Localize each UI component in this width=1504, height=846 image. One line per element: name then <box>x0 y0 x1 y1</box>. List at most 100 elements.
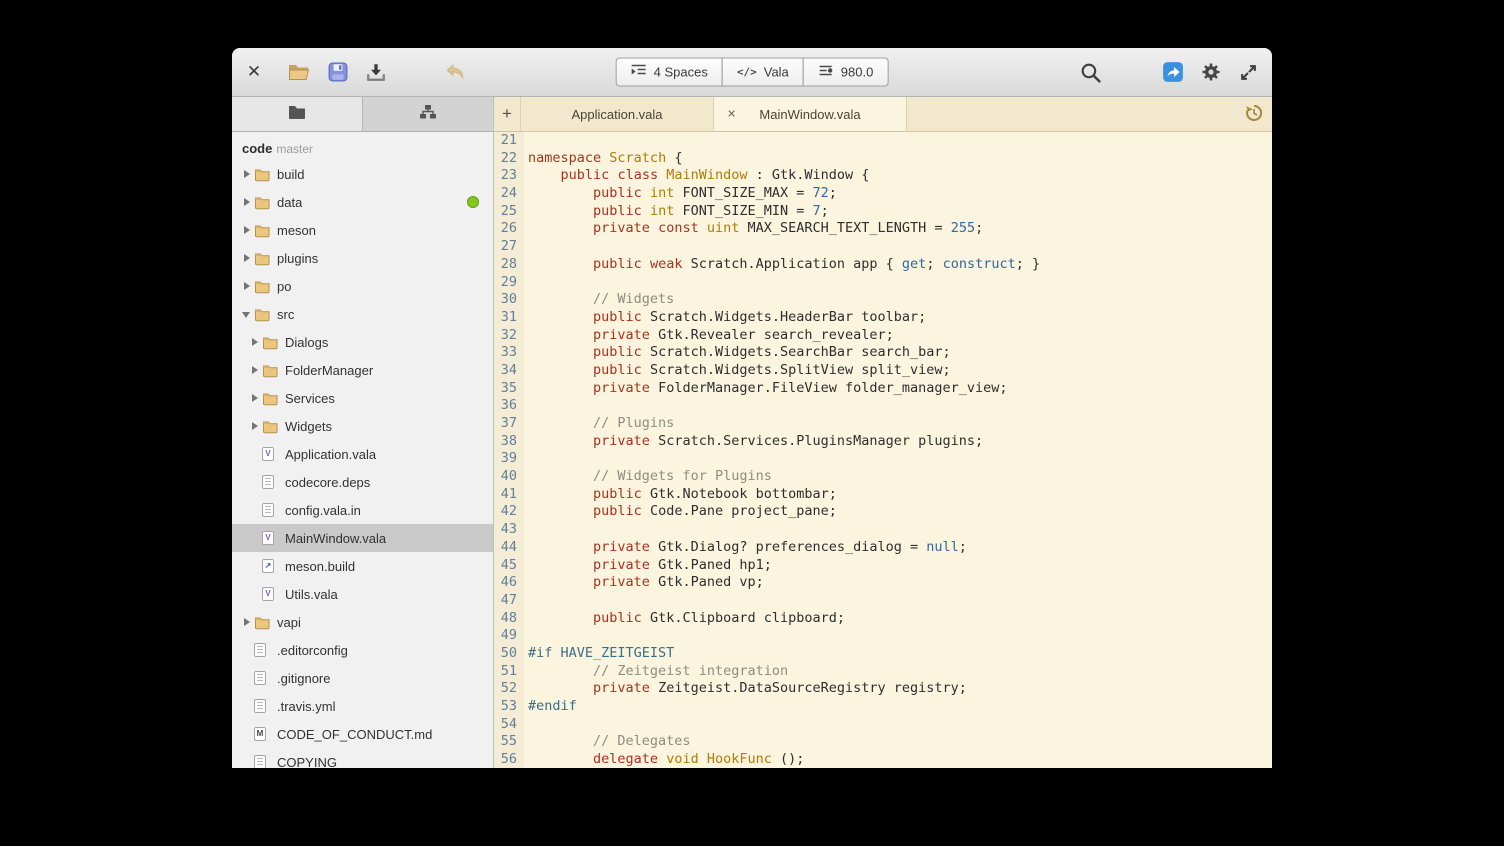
open-folder-icon[interactable] <box>288 63 310 81</box>
expander-icon[interactable] <box>248 363 262 377</box>
settings-gear-icon[interactable] <box>1200 61 1222 83</box>
file-label: Widgets <box>285 419 332 434</box>
folder-icon <box>262 334 279 350</box>
folder-icon <box>254 222 271 238</box>
tab-width-button[interactable]: 4 Spaces <box>616 58 723 87</box>
file-label: .editorconfig <box>277 643 348 658</box>
code-line: // Plugins <box>528 415 1272 433</box>
tree-file-mainwindow.vala[interactable]: VMainWindow.vala <box>232 524 493 552</box>
goto-line-button[interactable]: 980.0 <box>803 58 889 87</box>
tab-application-vala[interactable]: Application.vala <box>520 97 714 131</box>
expander-spacer <box>248 447 262 461</box>
line-number: 56 <box>494 751 517 768</box>
share-icon[interactable] <box>1162 61 1184 83</box>
line-number: 36 <box>494 397 517 415</box>
expander-icon[interactable] <box>248 419 262 433</box>
undo-icon[interactable] <box>444 63 466 81</box>
folder-icon <box>254 194 271 210</box>
close-tab-icon[interactable]: ✕ <box>727 108 736 121</box>
folder-icon <box>254 166 271 182</box>
line-number: 52 <box>494 680 517 698</box>
line-number: 34 <box>494 362 517 380</box>
tree-folder-dialogs[interactable]: Dialogs <box>232 328 493 356</box>
project-name: code <box>242 141 272 156</box>
expander-spacer <box>248 587 262 601</box>
tree-folder-po[interactable]: po <box>232 272 493 300</box>
code-line: delegate void HookFunc (); <box>528 751 1272 768</box>
language-button[interactable]: </> Vala <box>722 58 804 87</box>
main-area: code master builddata meson plugins posrcDia… <box>232 97 1272 768</box>
tree-folder-build[interactable]: build <box>232 160 493 188</box>
expander-icon[interactable] <box>240 251 254 265</box>
file-label: meson <box>277 223 316 238</box>
expander-spacer <box>240 699 254 713</box>
tree-file-code_of_conduct.md[interactable]: MCODE_OF_CONDUCT.md <box>232 720 493 748</box>
project-header[interactable]: code master <box>232 132 493 160</box>
tab-bar: + Application.vala ✕ MainWindow.vala <box>494 97 1272 132</box>
goto-line-icon <box>818 64 834 81</box>
code-line <box>528 397 1272 415</box>
expander-icon[interactable] <box>240 167 254 181</box>
outline-view-tab[interactable] <box>363 97 493 131</box>
window-close-button[interactable]: ✕ <box>244 62 264 82</box>
line-number: 49 <box>494 627 517 645</box>
tree-folder-foldermanager[interactable]: FolderManager <box>232 356 493 384</box>
tree-file-copying[interactable]: COPYING <box>232 748 493 768</box>
file-label: plugins <box>277 251 318 266</box>
save-as-icon[interactable] <box>328 62 348 82</box>
code-line: public Scratch.Widgets.SplitView split_v… <box>528 362 1272 380</box>
build-icon: ↗ <box>262 558 279 574</box>
tree-file-.gitignore[interactable]: .gitignore <box>232 664 493 692</box>
code-line <box>528 592 1272 610</box>
tree-folder-services[interactable]: Services <box>232 384 493 412</box>
tab-width-label: 4 Spaces <box>654 65 708 80</box>
tree-file-application.vala[interactable]: V Application.vala <box>232 440 493 468</box>
vala-icon: V <box>262 446 279 462</box>
line-number: 55 <box>494 733 517 751</box>
tree-folder-plugins[interactable]: plugins <box>232 244 493 272</box>
code-line <box>528 521 1272 539</box>
folder-icon <box>254 306 271 322</box>
expander-icon[interactable] <box>240 279 254 293</box>
tree-file-utils.vala[interactable]: VUtils.vala <box>232 580 493 608</box>
tree-file-config.vala.in[interactable]: config.vala.in <box>232 496 493 524</box>
tree-folder-widgets[interactable]: Widgets <box>232 412 493 440</box>
new-tab-button[interactable]: + <box>494 97 520 131</box>
expander-icon[interactable] <box>240 195 254 209</box>
fullscreen-icon[interactable] <box>1239 63 1258 82</box>
files-view-tab[interactable] <box>232 97 363 131</box>
tree-file-meson.build[interactable]: ↗meson.build <box>232 552 493 580</box>
history-button[interactable] <box>1236 97 1272 131</box>
code-editor[interactable]: 2122232425262728293031323334353637383940… <box>494 132 1272 768</box>
file-label: Services <box>285 391 335 406</box>
expander-spacer <box>248 503 262 517</box>
tree-folder-data[interactable]: data <box>232 188 493 216</box>
file-tree: code master builddata meson plugins posrcDia… <box>232 132 493 768</box>
tree-folder-src[interactable]: src <box>232 300 493 328</box>
file-label: Application.vala <box>285 447 376 462</box>
search-icon[interactable] <box>1079 61 1102 84</box>
project-branch: master <box>276 142 313 156</box>
expander-icon[interactable] <box>240 307 254 321</box>
tree-file-.editorconfig[interactable]: .editorconfig <box>232 636 493 664</box>
tab-mainwindow-vala[interactable]: ✕ MainWindow.vala <box>714 97 907 131</box>
line-number: 51 <box>494 663 517 681</box>
outline-view-icon <box>419 104 437 125</box>
expander-icon[interactable] <box>240 223 254 237</box>
code-line <box>528 716 1272 734</box>
sidebar: code master builddata meson plugins posrcDia… <box>232 97 494 768</box>
tree-file-codecore.deps[interactable]: codecore.deps <box>232 468 493 496</box>
line-number: 28 <box>494 256 517 274</box>
tree-folder-vapi[interactable]: vapi <box>232 608 493 636</box>
code-line <box>528 274 1272 292</box>
expander-icon[interactable] <box>240 615 254 629</box>
save-icon[interactable] <box>366 62 386 82</box>
expander-icon[interactable] <box>248 391 262 405</box>
tree-folder-meson[interactable]: meson <box>232 216 493 244</box>
code-editor-window: ✕ 4 Spaces </> Vala <box>232 48 1272 768</box>
expander-icon[interactable] <box>248 335 262 349</box>
vala-icon: V <box>262 530 279 546</box>
line-number: 41 <box>494 486 517 504</box>
folder-icon <box>254 614 271 630</box>
tree-file-.travis.yml[interactable]: .travis.yml <box>232 692 493 720</box>
